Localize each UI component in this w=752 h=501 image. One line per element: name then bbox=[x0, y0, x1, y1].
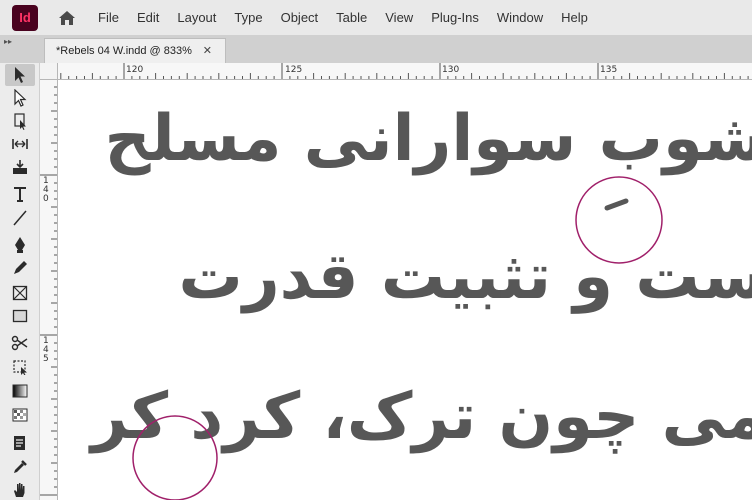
hruler-label-125: 125 bbox=[285, 65, 302, 75]
note-tool-icon[interactable] bbox=[5, 432, 35, 454]
menu-layout[interactable]: Layout bbox=[168, 0, 225, 35]
gap-tool-icon[interactable] bbox=[5, 133, 35, 155]
home-icon[interactable] bbox=[57, 8, 77, 28]
line-tool-icon[interactable] bbox=[5, 207, 35, 229]
rectangle-frame-tool-icon[interactable] bbox=[5, 282, 35, 304]
scissors-tool-icon[interactable] bbox=[5, 332, 35, 354]
menu-help[interactable]: Help bbox=[552, 0, 597, 35]
document-canvas[interactable]: شوب سوارانی مسلح ست و تثبیت قدرت می چون … bbox=[58, 80, 752, 500]
direct-selection-tool-icon[interactable] bbox=[5, 87, 35, 109]
menu-table[interactable]: Table bbox=[327, 0, 376, 35]
hruler-label-135: 135 bbox=[600, 65, 617, 75]
rectangle-tool-icon[interactable] bbox=[5, 305, 35, 327]
tools-panel bbox=[0, 63, 40, 500]
gradient-feather-tool-icon[interactable] bbox=[5, 404, 35, 426]
text-line-1[interactable]: شوب سوارانی مسلح bbox=[105, 102, 752, 176]
text-line-2[interactable]: ست و تثبیت قدرت bbox=[179, 240, 752, 314]
kasra-mark-top bbox=[607, 201, 626, 208]
close-tab-icon[interactable]: ✕ bbox=[203, 39, 212, 63]
selection-tool-icon[interactable] bbox=[5, 64, 35, 86]
menu-edit[interactable]: Edit bbox=[128, 0, 168, 35]
menu-object[interactable]: Object bbox=[272, 0, 328, 35]
collapse-panels-icon[interactable]: ▸▸ bbox=[4, 37, 12, 46]
menu-window[interactable]: Window bbox=[488, 0, 552, 35]
vruler-label-145-digit-3: 5 bbox=[43, 354, 49, 364]
menu-bar: Id File Edit Layout Type Object Table Vi… bbox=[0, 0, 752, 35]
content-collector-tool-icon[interactable] bbox=[5, 156, 35, 178]
pencil-tool-icon[interactable] bbox=[5, 257, 35, 279]
type-tool-icon[interactable] bbox=[5, 183, 35, 205]
pen-tool-icon[interactable] bbox=[5, 234, 35, 256]
document-tab-bar: ▸▸ *Rebels 04 W.indd @ 833% ✕ bbox=[0, 35, 752, 63]
ruler-origin[interactable] bbox=[40, 63, 58, 80]
indesign-logo[interactable]: Id bbox=[12, 5, 38, 31]
logo-text: Id bbox=[19, 10, 31, 25]
menu-type[interactable]: Type bbox=[225, 0, 271, 35]
hand-tool-icon[interactable] bbox=[5, 479, 35, 501]
vertical-ruler[interactable]: 1 4 0 1 4 5 bbox=[40, 80, 58, 500]
hruler-label-130: 130 bbox=[442, 65, 459, 75]
menu-view[interactable]: View bbox=[376, 0, 422, 35]
text-line-3[interactable]: می چون ترک، کرد کر bbox=[91, 380, 752, 454]
vruler-label-140-digit-3: 0 bbox=[43, 194, 49, 204]
free-transform-tool-icon[interactable] bbox=[5, 355, 35, 377]
document-tab[interactable]: *Rebels 04 W.indd @ 833% ✕ bbox=[44, 38, 226, 63]
horizontal-ruler[interactable]: 120 125 130 135 bbox=[58, 63, 752, 80]
menu-file[interactable]: File bbox=[89, 0, 128, 35]
gradient-swatch-tool-icon[interactable] bbox=[5, 380, 35, 402]
document-tab-title: *Rebels 04 W.indd @ 833% bbox=[56, 45, 192, 57]
menu-plug-ins[interactable]: Plug-Ins bbox=[422, 0, 488, 35]
eyedropper-tool-icon[interactable] bbox=[5, 456, 35, 478]
page-tool-icon[interactable] bbox=[5, 110, 35, 132]
hruler-label-120: 120 bbox=[126, 65, 143, 75]
